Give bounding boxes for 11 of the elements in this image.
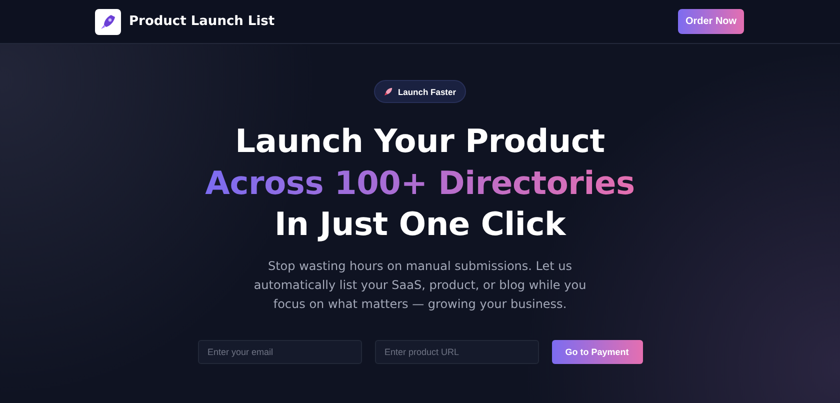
go-to-payment-button[interactable]: Go to Payment (552, 340, 642, 364)
rocket-icon (384, 87, 393, 96)
launch-badge: Launch Faster (374, 80, 466, 103)
email-field[interactable]: Enter your email (198, 340, 362, 364)
headline-line: In Just One Click (274, 204, 566, 245)
headline-line: Launch Your Product (235, 121, 605, 162)
logo-icon (95, 8, 121, 34)
product-url-field[interactable]: Enter product URL (374, 340, 538, 364)
brand-name: Product Launch List (129, 14, 275, 29)
order-now-button[interactable]: Order Now (678, 9, 744, 34)
hero-description: Stop wasting hours on manual submissions. Let us automatically list your SaaS, product, or blog while you focus on what matters — growing your business. (252, 258, 588, 312)
